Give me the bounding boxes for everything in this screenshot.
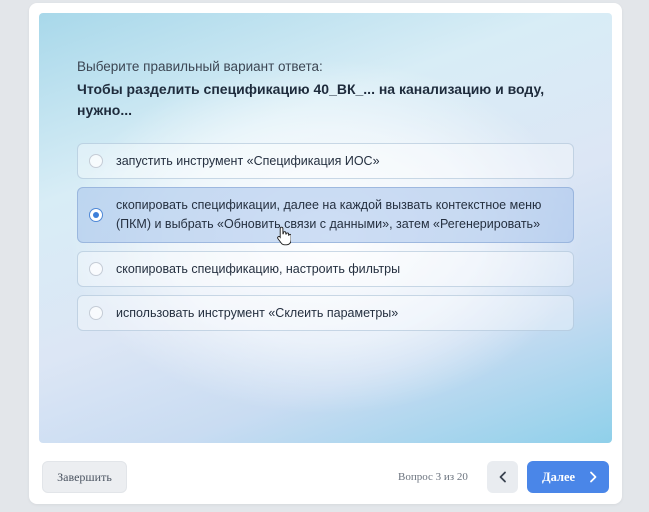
question-panel: Выберите правильный вариант ответа: Чтоб… xyxy=(39,13,612,443)
radio-button[interactable] xyxy=(89,262,103,276)
chevron-right-icon xyxy=(590,471,597,483)
answer-option-2[interactable]: скопировать спецификации, далее на каждо… xyxy=(77,187,574,243)
answer-option-1[interactable]: запустить инструмент «Спецификация ИОС» xyxy=(77,143,574,179)
quiz-footer: Завершить Вопрос 3 из 20 Далее xyxy=(29,452,622,504)
radio-button[interactable] xyxy=(89,154,103,168)
radio-button[interactable] xyxy=(89,306,103,320)
answer-option-label: использовать инструмент «Склеить парамет… xyxy=(116,306,399,320)
answer-option-3[interactable]: скопировать спецификацию, настроить филь… xyxy=(77,251,574,287)
radio-button-selected[interactable] xyxy=(89,208,103,222)
previous-button[interactable] xyxy=(487,461,518,493)
next-button[interactable]: Далее xyxy=(527,461,609,493)
answer-option-label: скопировать спецификации, далее на каждо… xyxy=(116,198,542,231)
finish-button[interactable]: Завершить xyxy=(42,461,127,493)
progress-text: Вопрос 3 из 20 xyxy=(398,471,468,483)
answer-option-label: скопировать спецификацию, настроить филь… xyxy=(116,262,401,276)
question-text: Чтобы разделить спецификацию 40_ВК_... н… xyxy=(77,81,545,118)
chevron-left-icon xyxy=(499,471,506,483)
hand-pointer-icon xyxy=(277,226,291,246)
quiz-card: Выберите правильный вариант ответа: Чтоб… xyxy=(29,3,622,504)
answer-option-label: запустить инструмент «Спецификация ИОС» xyxy=(116,154,380,168)
next-button-label: Далее xyxy=(542,469,576,484)
answer-option-4[interactable]: использовать инструмент «Склеить парамет… xyxy=(77,295,574,331)
instruction-text: Выберите правильный вариант ответа: xyxy=(77,59,323,74)
